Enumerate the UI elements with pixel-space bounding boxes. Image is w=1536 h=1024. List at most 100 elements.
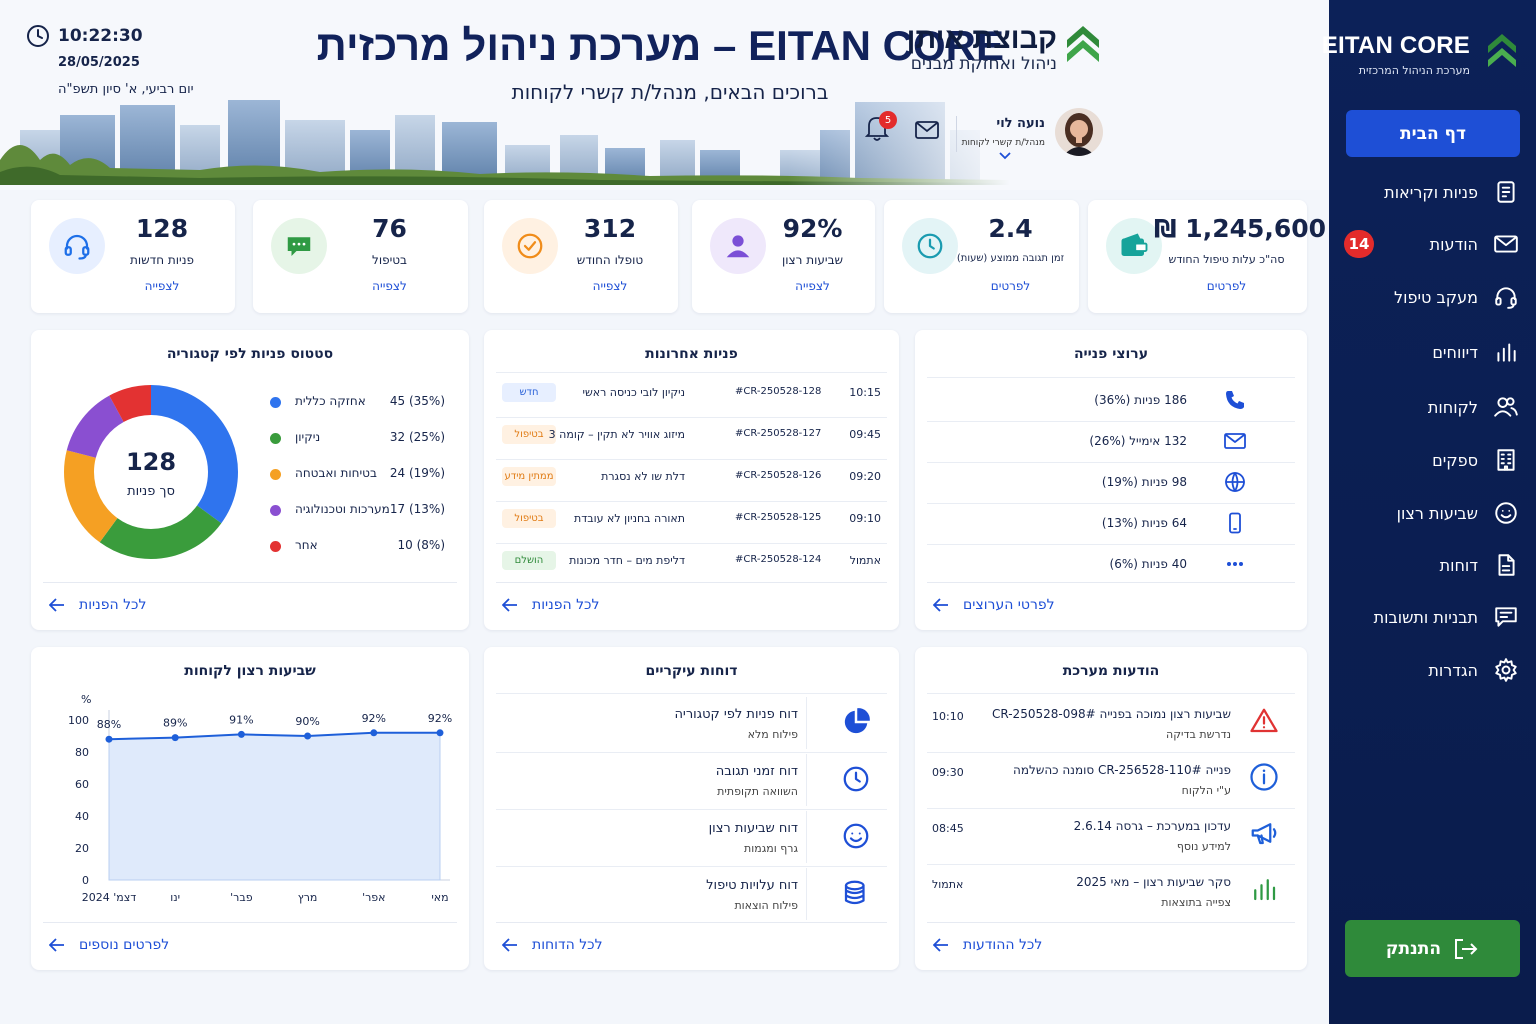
arrow-left-icon	[49, 598, 64, 612]
sidebar-item-gear[interactable]: הגדרות	[1344, 650, 1520, 690]
smile-icon-wrap	[1492, 499, 1520, 527]
message-title: סקר שביעות רצון – מאי 2025	[1076, 875, 1231, 889]
channels-details-link[interactable]: לפרטי הערוצים	[933, 597, 1055, 613]
all-messages-link[interactable]: לכל ההודעות	[933, 937, 1042, 953]
divider	[496, 752, 887, 753]
mail-icon[interactable]	[915, 120, 939, 140]
status-by-category-panel: סטטוס פניות לפי קטגוריה 128 סך פניות אחז…	[31, 330, 469, 630]
stat-card[interactable]: 2.4 זמן תגובה ממוצע (שעות) לפרטים	[884, 200, 1079, 313]
system-message-row[interactable]: סקר שביעות רצון – מאי 2025 צפייה בתוצאות…	[927, 865, 1295, 917]
sidebar-item-message-template[interactable]: תבניות ותשובות	[1344, 597, 1520, 637]
report-icon-wrap	[841, 878, 871, 912]
donut-center-value: 128	[125, 448, 177, 476]
system-messages-panel: הודעות מערכת שביעות רצון נמוכה בפנייה #C…	[915, 647, 1307, 970]
ticket-id: #CR-250528-125	[735, 512, 822, 523]
channel-row[interactable]: 64 פניות (13%)	[927, 505, 1295, 541]
satisfaction-panel: שביעות רצון לקוחות % 0 20 40 60 80 100 92% מאי 92…	[31, 647, 469, 970]
data-point	[105, 735, 113, 743]
divider	[927, 503, 1295, 504]
all-tickets-link[interactable]: לכל הפניות	[49, 597, 146, 613]
legend-label: בטיחות ואבטחה	[295, 466, 377, 480]
logout-button[interactable]: התנתק	[1345, 920, 1520, 977]
message-icon-wrap	[1249, 762, 1279, 796]
ticket-row[interactable]: בטיפול מיזוג אוויר לא תקין – קומה 3 #CR-…	[496, 419, 887, 455]
stat-card[interactable]: 312 טופלו החודש לצפייה	[484, 200, 678, 313]
headset-icon	[64, 234, 90, 260]
ticket-row[interactable]: חדש ניקיון לובי כניסה ראשי #CR-250528-12…	[496, 377, 887, 413]
data-point	[304, 732, 312, 740]
avatar[interactable]	[1055, 108, 1103, 156]
all-reports-link[interactable]: לכל הדוחות	[502, 937, 603, 953]
system-message-row[interactable]: פנייה #CR-256528-110 סומנה כהשלמה ע"י הל…	[927, 753, 1295, 805]
stat-card[interactable]: ₪ 1,245,600 סה"כ עלות טיפול החודש לפרטים	[1088, 200, 1326, 313]
ticket-row[interactable]: בטיפול תאורה בחניון לא עובדת #CR-250528-…	[496, 503, 887, 539]
report-title: דוח פניות לפי קטגוריה	[674, 707, 798, 722]
message-title: עדכון במערכת – גרסה 2.6.14	[1073, 819, 1231, 833]
smile-icon	[843, 823, 869, 849]
channel-icon-wrap	[1223, 388, 1247, 416]
sidebar-item-headset[interactable]: מעקב טיפול	[1344, 277, 1520, 317]
stat-card[interactable]: 76 בטיפול לצפייה	[253, 200, 468, 313]
channel-row[interactable]: 132 אימייל (26%)	[927, 423, 1295, 459]
sidebar-item-label: לקוחות	[1427, 397, 1478, 417]
report-row[interactable]: דוח זמני תגובה השוואה תקופתית	[496, 754, 887, 806]
divider	[927, 377, 1295, 378]
sidebar-item-bar-chart[interactable]: דיווחים	[1344, 332, 1520, 372]
user-role: מנהל/ת קשרי לקוחות	[961, 138, 1045, 148]
ticket-row[interactable]: ממתין מידע דלת שו לא נסגרת #CR-250528-12…	[496, 461, 887, 497]
channel-stat: 40 פניות (6%)	[1109, 557, 1187, 571]
sidebar-item-smile[interactable]: שביעות רצון	[1344, 493, 1520, 533]
smile-icon	[1495, 502, 1517, 524]
message-subtitle: למידע נוסף	[1176, 840, 1231, 853]
sidebar-item-label: פניות וקריאות	[1384, 182, 1478, 202]
stat-value: 76	[372, 214, 407, 243]
system-message-row[interactable]: שביעות רצון נמוכה בפנייה #CR-250528-098 …	[927, 697, 1295, 749]
channel-row[interactable]: 186 פניות (36%)	[927, 382, 1295, 418]
sidebar-item-document[interactable]: דוחות	[1344, 545, 1520, 585]
report-row[interactable]: דוח עלויות טיפול פילוח הוצאות	[496, 868, 887, 920]
sidebar-item-building[interactable]: ספקים	[1344, 440, 1520, 480]
channel-row[interactable]: 40 פניות (6%)	[927, 546, 1295, 582]
channel-stat: 64 פניות (13%)	[1101, 516, 1187, 530]
footer-link-label: לפרטים נוספים	[79, 937, 170, 953]
y-tick-label: 60	[75, 778, 89, 791]
area-fill	[108, 732, 441, 881]
ticket-row[interactable]: הושלם דליפת מים – חדר מכונות #CR-250528-…	[496, 545, 887, 581]
message-subtitle: ע"י הלקוח	[1181, 784, 1231, 797]
report-row[interactable]: דוח פניות לפי קטגוריה פילוח מלא	[496, 697, 887, 749]
stat-link[interactable]: לצפייה	[97, 279, 227, 293]
stat-link[interactable]: לפרטים	[1154, 279, 1299, 293]
sidebar-item-users[interactable]: לקוחות	[1344, 387, 1520, 427]
legend-value: 32 (25%)	[389, 430, 445, 444]
stat-link[interactable]: לצפייה	[758, 279, 867, 293]
report-title: דוח שביעות רצון	[708, 821, 798, 836]
stat-value: 312	[583, 214, 637, 243]
ticket-time: אתמול	[849, 554, 881, 567]
report-row[interactable]: דוח שביעות רצון גרף ומגמות	[496, 811, 887, 863]
globe-icon	[1225, 472, 1245, 492]
legend-label: ניקיון	[295, 430, 321, 444]
ticket-id: #CR-250528-127	[735, 428, 822, 439]
stat-link[interactable]: לצפייה	[319, 279, 460, 293]
all-tickets-link[interactable]: לכל הפניות	[502, 597, 599, 613]
message-title: שביעות רצון נמוכה בפנייה #CR-250528-098	[992, 707, 1231, 721]
data-point	[436, 729, 444, 737]
system-message-row[interactable]: עדכון במערכת – גרסה 2.6.14 למידע נוסף 08…	[927, 809, 1295, 861]
stat-link[interactable]: לפרטים	[950, 279, 1071, 293]
divider	[496, 417, 887, 418]
stat-card[interactable]: 92% שביעות רצון לצפייה	[692, 200, 875, 313]
stat-link[interactable]: לצפייה	[550, 279, 670, 293]
chevron-down-icon[interactable]	[999, 152, 1011, 160]
notification-badge: 5	[879, 111, 897, 129]
home-button[interactable]: דף הבית	[1346, 110, 1520, 157]
stat-label: טופלו החודש	[576, 253, 644, 267]
sidebar-item-tickets[interactable]: פניות וקריאות	[1344, 172, 1520, 212]
sidebar-item-mail[interactable]: הודעות 14	[1344, 224, 1520, 264]
user-menu[interactable]: נועה לוי מנהל/ת קשרי לקוחות	[923, 108, 1103, 168]
pie-chart-icon	[844, 708, 870, 734]
channels-panel: ערוצי פנייה 186 פניות (36%) 132 אימייל (…	[915, 330, 1307, 630]
channel-row[interactable]: 98 פניות (19%)	[927, 464, 1295, 500]
more-details-link[interactable]: לפרטים נוספים	[49, 937, 169, 953]
arrow-left-icon	[933, 938, 948, 952]
stat-card[interactable]: 128 פניות חדשות לצפייה	[31, 200, 235, 313]
